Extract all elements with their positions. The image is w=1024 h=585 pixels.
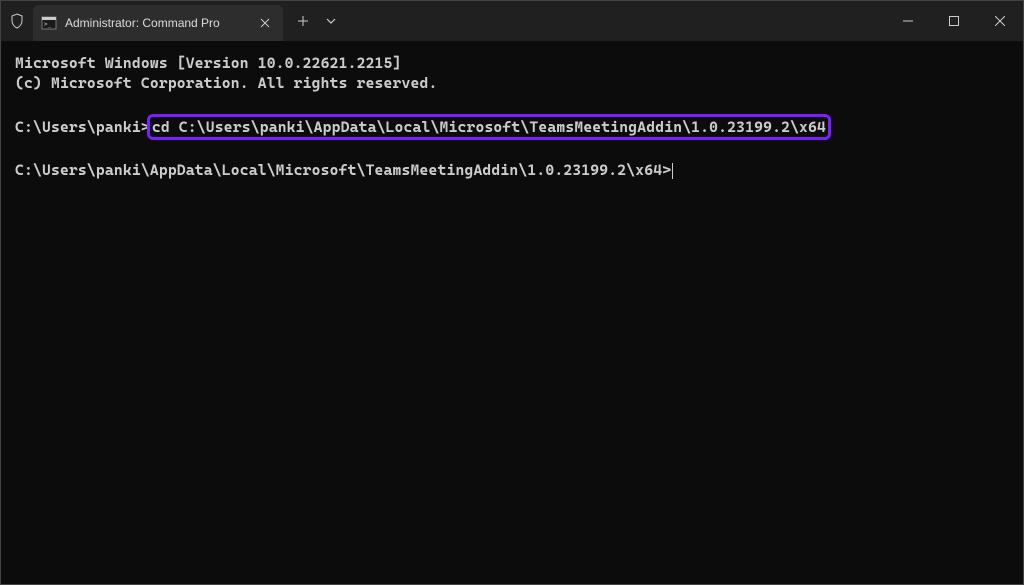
terminal-line: Microsoft Windows [Version 10.0.22621.22… [15,53,1009,73]
cmd-icon: >_ [41,15,57,31]
prompt-prefix: C:\Users\panki\AppData\Local\Microsoft\T… [15,161,671,179]
titlebar-left: >_ Administrator: Command Pro [1,1,343,41]
svg-text:>_: >_ [44,21,52,28]
window-controls [885,1,1023,41]
terminal-content[interactable]: Microsoft Windows [Version 10.0.22621.22… [1,41,1023,584]
tab-active[interactable]: >_ Administrator: Command Pro [33,5,283,41]
cursor [672,163,673,179]
minimize-button[interactable] [885,1,931,41]
shield-icon [1,13,33,29]
titlebar: >_ Administrator: Command Pro [1,1,1023,41]
prompt-prefix: C:\Users\panki> [15,118,150,136]
tab-close-button[interactable] [257,15,273,31]
terminal-prompt-line: C:\Users\panki\AppData\Local\Microsoft\T… [15,160,1009,180]
tab-dropdown-button[interactable] [319,5,343,37]
maximize-button[interactable] [931,1,977,41]
tab-title: Administrator: Command Pro [65,16,249,30]
highlighted-command: cd C:\Users\panki\AppData\Local\Microsof… [147,114,831,140]
close-button[interactable] [977,1,1023,41]
terminal-line: (c) Microsoft Corporation. All rights re… [15,73,1009,93]
terminal-prompt-line: C:\Users\panki>cd C:\Users\panki\AppData… [15,114,1009,140]
new-tab-button[interactable] [287,5,319,37]
